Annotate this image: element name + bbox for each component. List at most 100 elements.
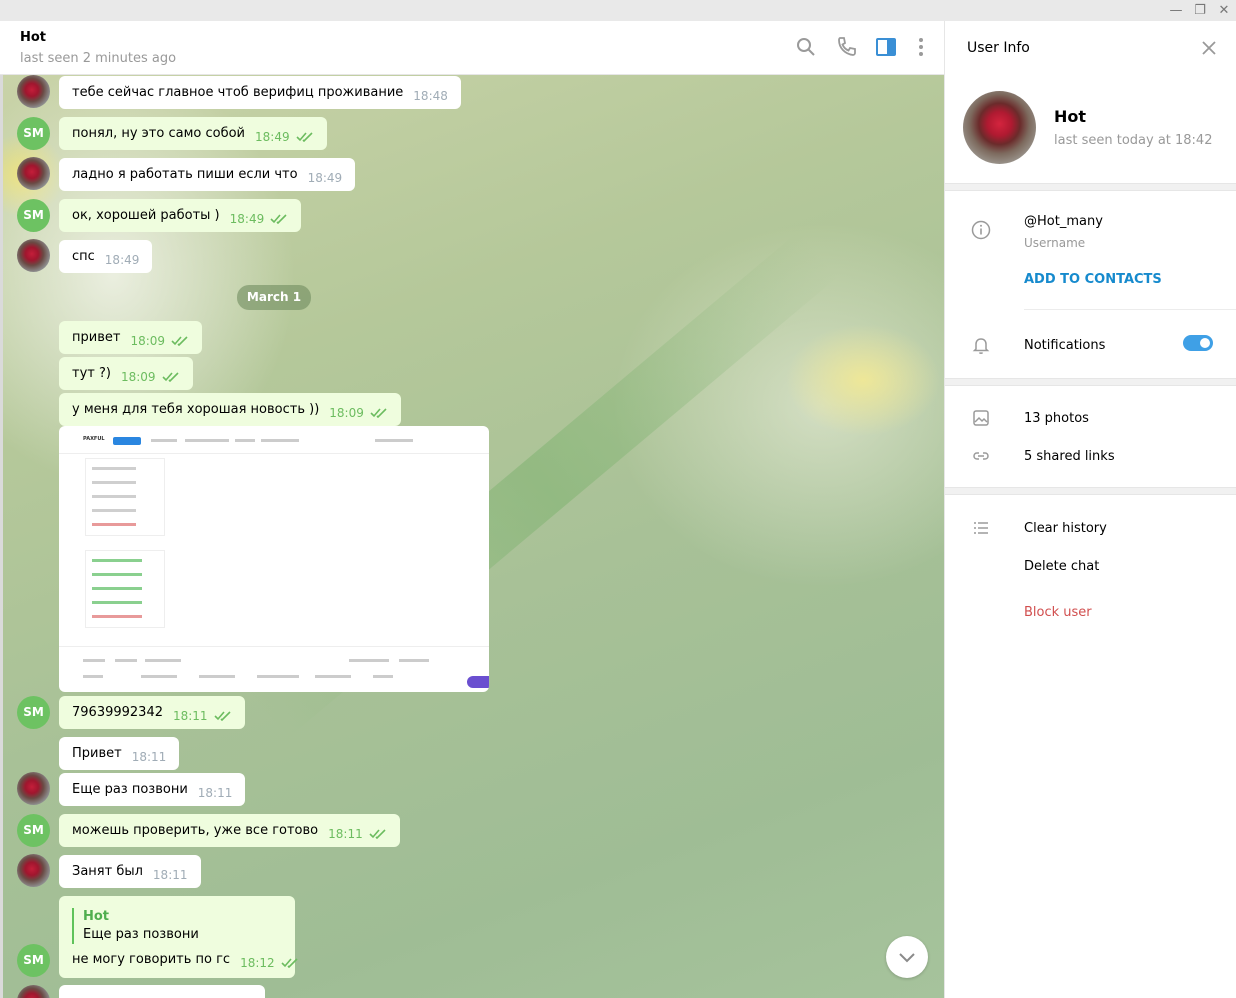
message-bubble[interactable]: привет 18:09: [59, 321, 203, 354]
shared-links-link[interactable]: 5 shared links: [1024, 449, 1115, 464]
avatar[interactable]: [17, 157, 50, 190]
message-bubble[interactable]: тут ?) 18:09: [59, 357, 193, 390]
panel-title: User Info: [967, 40, 1030, 56]
chat-title[interactable]: Hot: [20, 30, 46, 45]
delete-chat-button[interactable]: Delete chat: [1024, 559, 1099, 574]
chevron-down-icon: [899, 953, 915, 963]
avatar[interactable]: [17, 239, 50, 272]
profile-avatar[interactable]: [963, 91, 1036, 164]
sidebar-toggle-icon[interactable]: [874, 35, 898, 59]
more-menu-icon[interactable]: [909, 35, 933, 59]
preview-nav: [375, 439, 413, 442]
message-bubble[interactable]: [59, 985, 265, 998]
message-text: ок, хорошей работы ): [72, 208, 220, 223]
read-check-icon: [369, 829, 386, 839]
row-divider: [1024, 309, 1236, 310]
message-bubble[interactable]: ладно я работать пиши если что 18:49: [59, 158, 356, 191]
username-label: Username: [1024, 236, 1086, 250]
preview-footer: [59, 646, 489, 692]
preview-chat-chip: [467, 676, 489, 688]
read-check-icon: [171, 336, 188, 346]
message-text: Еще раз позвони: [72, 782, 188, 797]
search-icon[interactable]: [794, 35, 818, 59]
toggle-knob: [1198, 336, 1212, 350]
avatar[interactable]: SM: [17, 814, 50, 847]
message-text: привет: [72, 330, 121, 345]
minimize-button[interactable]: —: [1164, 1, 1188, 20]
read-check-icon: [214, 711, 231, 721]
date-separator: March 1: [237, 285, 311, 310]
scroll-to-bottom-button[interactable]: [886, 936, 928, 978]
message-text: спс: [72, 249, 95, 264]
add-to-contacts-button[interactable]: ADD TO CONTACTS: [1024, 272, 1162, 287]
avatar[interactable]: SM: [17, 696, 50, 729]
reply-message-bubble[interactable]: Hot Еще раз позвони не могу говорить по …: [59, 896, 298, 978]
read-check-icon: [270, 214, 287, 224]
message-time: 18:49: [307, 171, 343, 185]
message-text: Занят был: [72, 864, 143, 879]
message-time: 18:49: [104, 253, 140, 267]
close-window-button[interactable]: ✕: [1212, 1, 1236, 20]
message-time: 18:48: [413, 89, 448, 103]
avatar[interactable]: [17, 772, 50, 805]
message-text: 79639992342: [72, 705, 163, 720]
message-time: 18:11: [197, 786, 233, 800]
message-text: Привет: [72, 746, 122, 761]
avatar[interactable]: SM: [17, 199, 50, 232]
chat-header[interactable]: Hot last seen 2 minutes ago: [0, 21, 944, 75]
notifications-label: Notifications: [1024, 338, 1106, 353]
message-time: 18:49: [229, 212, 265, 226]
reply-quote[interactable]: Hot Еще раз позвони: [72, 908, 199, 944]
message-time: 18:11: [131, 750, 167, 764]
preview-sidebar: [85, 458, 165, 536]
section-divider: [945, 378, 1236, 386]
avatar[interactable]: [17, 75, 50, 108]
message-text: не могу говорить по гс: [72, 952, 231, 967]
avatar[interactable]: SM: [17, 944, 50, 977]
phone-icon[interactable]: [835, 35, 859, 59]
message-time: 18:09: [329, 406, 364, 420]
message-text: ладно я работать пиши если что: [72, 167, 298, 182]
preview-button: [113, 437, 141, 445]
message-time: 18:09: [120, 370, 156, 384]
message-time: 18:11: [328, 827, 363, 841]
avatar[interactable]: SM: [17, 117, 50, 150]
message-bubble[interactable]: тебе сейчас главное чтоб верифиц прожива…: [59, 76, 461, 109]
message-bubble[interactable]: Занят был 18:11: [59, 855, 201, 888]
reply-message-content: не могу говорить по гс 18:12: [72, 952, 299, 970]
username-value[interactable]: @Hot_many: [1024, 214, 1103, 229]
message-bubble[interactable]: Привет 18:11: [59, 737, 180, 770]
read-check-icon: [161, 372, 179, 382]
image-attachment[interactable]: PAXFUL: [59, 426, 489, 692]
message-bubble[interactable]: Еще раз позвони 18:11: [59, 773, 246, 806]
message-bubble[interactable]: можешь проверить, уже все готово 18:11: [59, 814, 400, 847]
message-bubble[interactable]: у меня для тебя хорошая новость )) 18:09: [59, 393, 401, 426]
chat-messages-area[interactable]: тебе сейчас главное чтоб верифиц прожива…: [3, 75, 944, 998]
list-icon: [971, 518, 991, 538]
preview-logo: PAXFUL: [83, 436, 105, 442]
preview-nav: [185, 439, 229, 442]
avatar[interactable]: [17, 854, 50, 887]
section-divider: [945, 183, 1236, 191]
profile-name: Hot: [1054, 107, 1087, 126]
block-user-button[interactable]: Block user: [1024, 605, 1092, 620]
read-check-icon: [296, 132, 313, 142]
close-icon[interactable]: [1200, 39, 1218, 57]
read-check-icon: [281, 958, 298, 968]
info-icon: [971, 220, 991, 240]
reply-quote-name: Hot: [83, 909, 110, 924]
message-bubble[interactable]: понял, ну это само собой 18:49: [59, 117, 327, 150]
maximize-button[interactable]: ❐: [1188, 1, 1212, 20]
avatar[interactable]: [17, 985, 50, 998]
notifications-toggle[interactable]: [1183, 335, 1213, 351]
message-bubble[interactable]: ок, хорошей работы ) 18:49: [59, 199, 302, 232]
clear-history-button[interactable]: Clear history: [1024, 521, 1107, 536]
shared-photos-link[interactable]: 13 photos: [1024, 411, 1089, 426]
message-time: 18:49: [255, 130, 290, 144]
message-bubble[interactable]: 79639992342 18:11: [59, 696, 245, 729]
preview-nav: [261, 439, 299, 442]
link-icon: [971, 446, 991, 466]
message-text: у меня для тебя хорошая новость )): [72, 402, 320, 417]
message-bubble[interactable]: спс 18:49: [59, 240, 153, 273]
preview-nav: [151, 439, 177, 442]
